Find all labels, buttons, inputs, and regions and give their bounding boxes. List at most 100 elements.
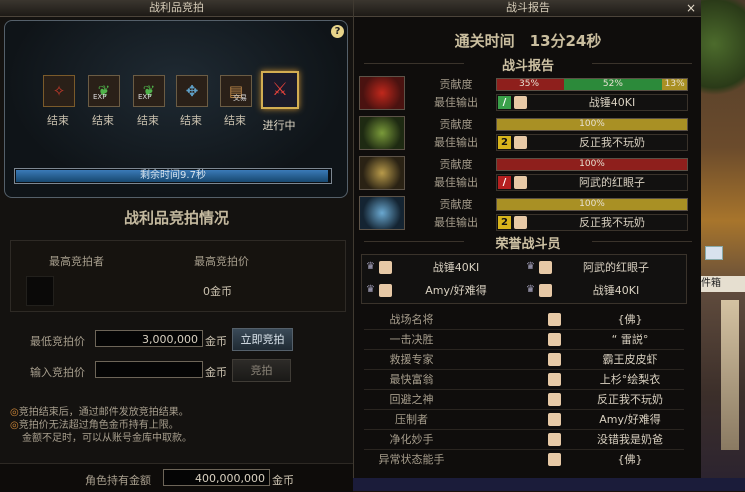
best-output-name: 战锤40KI	[588, 96, 636, 109]
award-name: 回避之神	[389, 393, 434, 406]
crown-icon: ♛	[366, 284, 375, 295]
highest-bidder-avatar	[26, 276, 54, 306]
honor-player: ♛ Amy/好难得	[366, 281, 526, 301]
min-bid-unit: 金币	[205, 335, 227, 348]
best-output-label: 最佳输出	[434, 176, 478, 189]
exp-orb-icon: ❦	[97, 82, 111, 100]
held-gold-label: 角色持有金额	[85, 474, 151, 487]
honor-player: ♛ 战锤40KI	[526, 281, 686, 301]
avatar	[548, 413, 561, 426]
best-output-name: 反正我不玩奶	[579, 136, 645, 149]
loot-item-5-status: 结束	[224, 114, 246, 127]
input-bid-field[interactable]	[95, 361, 203, 378]
job-icon: /	[498, 176, 511, 189]
award-row: 净化妙手 没错我是奶爸	[364, 430, 695, 449]
building-pillar	[721, 300, 739, 450]
honor-name: 战锤40KI	[592, 284, 640, 297]
award-winner: {佛}	[617, 453, 643, 466]
avatar	[548, 393, 561, 406]
held-gold-field: 400,000,000	[163, 469, 270, 486]
highest-price-header: 最高竞拍价	[194, 255, 249, 268]
avatar	[514, 176, 527, 189]
award-winner: 没错我是奶爸	[597, 433, 663, 446]
bid-button[interactable]: 竞拍	[232, 359, 291, 382]
job-icon: /	[498, 96, 511, 109]
mail-icon[interactable]	[705, 246, 723, 260]
award-row: 救援专家 霸王皮皮虾	[364, 350, 695, 369]
best-output-label: 最佳输出	[434, 136, 478, 149]
avatar	[379, 284, 392, 297]
player-row-4: 贡献度 最佳输出 100% 2 反正我不玩奶	[357, 195, 688, 231]
best-output-label: 最佳输出	[434, 96, 478, 109]
contribution-label: 贡献度	[439, 118, 473, 131]
min-bid-label: 最低竞拍价	[30, 335, 85, 348]
award-name: 异常状态能手	[378, 453, 445, 466]
min-bid-field: 3,000,000	[95, 330, 203, 347]
contribution-bar: 35% 52% 13%	[496, 78, 688, 91]
exp-orb-icon: ❦	[142, 82, 156, 100]
award-name: 救援专家	[389, 353, 434, 366]
award-row: 压制者 Amy/好难得	[364, 410, 695, 429]
contribution-label: 贡献度	[439, 78, 473, 91]
crown-icon: ♛	[526, 261, 535, 272]
auction-status-box: 最高竞拍者 最高竞拍价	[10, 240, 346, 312]
honor-box: ♛ 战锤40KI ♛ 阿武的红眼子 ♛ Amy/好难得 ♛ 战锤40KI	[361, 254, 687, 304]
auction-status-heading: 战利品竞拍情况	[123, 209, 229, 227]
award-row: 战场名将 {佛}	[364, 310, 695, 329]
battle-report-title: 战斗报告	[354, 0, 702, 17]
award-name: 一击决胜	[389, 333, 434, 346]
award-row: 异常状态能手 {佛}	[364, 450, 695, 469]
loot-item-1-status: 结束	[47, 114, 69, 127]
crown-icon: ♛	[526, 284, 535, 295]
award-row: 一击决胜 “ 雷説°	[364, 330, 695, 349]
job-icon: 2	[498, 136, 511, 149]
contribution-percent: 100%	[579, 119, 605, 129]
loot-item-6-active[interactable]: ⚔	[261, 71, 299, 109]
note-bullet-icon: ◎	[10, 420, 19, 431]
loot-item-5[interactable]: ▤ 交易	[220, 75, 252, 107]
red-scroll-icon: ✧	[52, 82, 66, 100]
player-row-1: 贡献度 最佳输出 35% 52% 13% / 战锤40KI	[357, 75, 688, 111]
award-row: 回避之神 反正我不玩奶	[364, 390, 695, 409]
best-output-label: 最佳输出	[434, 216, 478, 229]
player-row-2: 贡献度 最佳输出 100% 2 反正我不玩奶	[357, 115, 688, 151]
avatar	[514, 136, 527, 149]
loot-item-2-status: 结束	[92, 114, 114, 127]
loot-auction-panel: 战利品竞拍 ? ✧ 结束 ❦ EXP 结束 ❦ EXP 结束 ✥ 结束 ▤ 交易…	[0, 0, 354, 492]
close-icon[interactable]: ×	[686, 1, 696, 15]
instant-bid-button[interactable]: 立即竞拍	[232, 328, 293, 351]
award-winner: {佛}	[617, 313, 643, 326]
divider	[592, 63, 692, 64]
auction-title: 战利品竞拍	[0, 0, 353, 17]
help-icon[interactable]: ?	[331, 25, 344, 38]
loot-item-2[interactable]: ❦ EXP	[88, 75, 120, 107]
mailbox-sign: 件箱	[701, 276, 745, 292]
award-name: 压制者	[395, 413, 428, 426]
honor-heading: 荣誉战斗员	[495, 237, 561, 252]
honor-name: Amy/好难得	[425, 284, 487, 297]
honor-player: ♛ 战锤40KI	[366, 258, 526, 278]
award-winner: Amy/好难得	[599, 413, 661, 426]
contribution-label: 贡献度	[439, 158, 473, 171]
input-bid-label: 输入竞拍价	[30, 366, 85, 379]
contribution-percent: 100%	[579, 199, 605, 209]
divider	[592, 241, 692, 242]
award-winner: 反正我不玩奶	[597, 393, 663, 406]
time-remaining-bar: 剩余时间9.7秒	[14, 168, 332, 184]
loot-item-3[interactable]: ❦ EXP	[133, 75, 165, 107]
loot-item-4[interactable]: ✥	[176, 75, 208, 107]
contribution-bar: 100%	[496, 198, 688, 211]
job-icon: 2	[498, 216, 511, 229]
loot-item-1[interactable]: ✧	[43, 75, 75, 107]
held-gold-unit: 金币	[272, 474, 294, 487]
gold-beast-mask-icon	[359, 156, 405, 190]
crown-icon: ♛	[366, 261, 375, 272]
avatar	[379, 261, 392, 274]
best-output-box: 2 反正我不玩奶	[496, 134, 688, 151]
award-name: 最快富翁	[389, 373, 434, 386]
avatar	[514, 96, 527, 109]
contribution-percent: 13%	[664, 79, 685, 89]
input-bid-unit: 金币	[205, 366, 227, 379]
award-winner: 上杉°绘梨衣	[599, 373, 661, 386]
contribution-label: 贡献度	[439, 198, 473, 211]
